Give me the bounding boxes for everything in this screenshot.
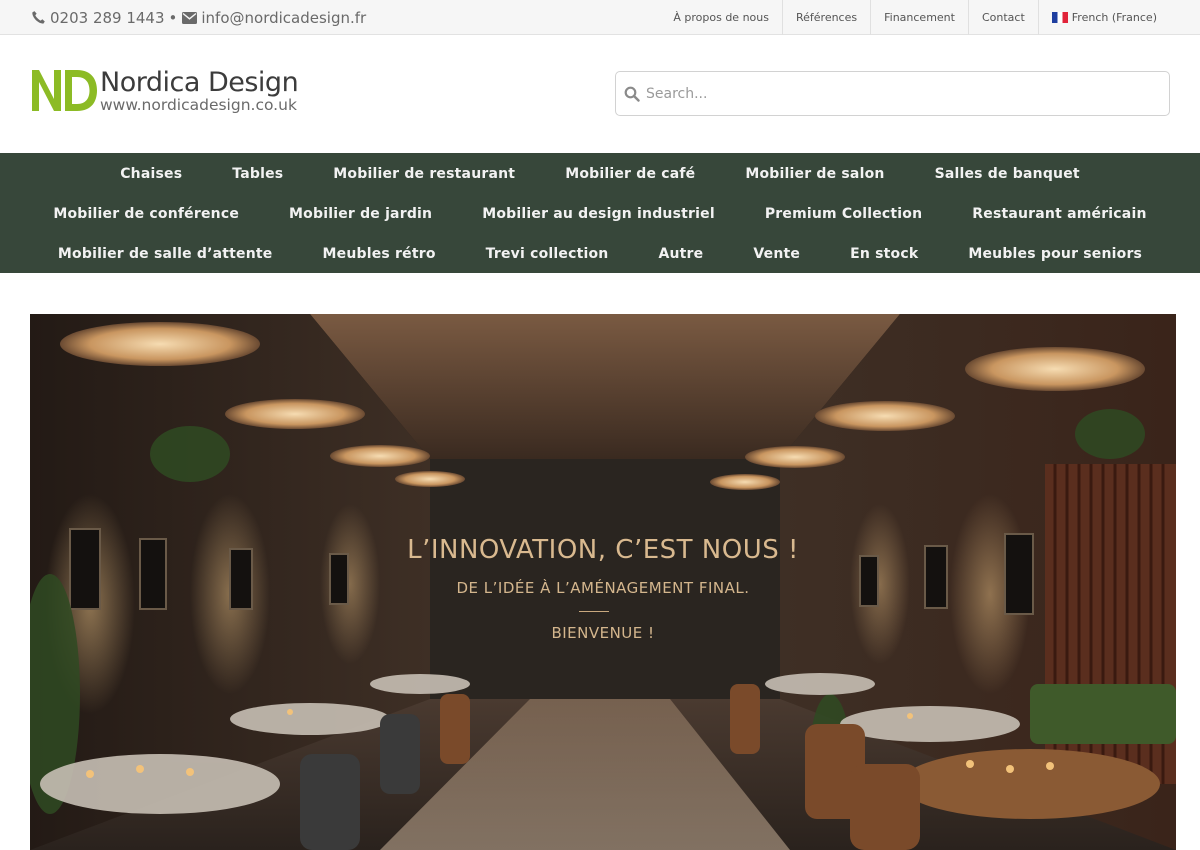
nav-row-3: Mobilier de salle d’attente Meubles rétr… xyxy=(0,234,1200,274)
nav-item-cafe[interactable]: Mobilier de café xyxy=(565,166,695,182)
language-selector[interactable]: French (France) xyxy=(1037,0,1170,35)
main-navigation: Chaises Tables Mobilier de restaurant Mo… xyxy=(0,153,1200,273)
contact-separator: • xyxy=(168,8,178,27)
top-link-contact[interactable]: Contact xyxy=(967,0,1038,35)
nav-item-premium[interactable]: Premium Collection xyxy=(765,206,922,222)
nav-item-industriel[interactable]: Mobilier au design industriel xyxy=(482,206,715,222)
site-logo[interactable]: Nordica Design www.nordicadesign.co.uk xyxy=(30,67,300,117)
nav-item-trevi[interactable]: Trevi collection xyxy=(486,246,609,262)
nd-logo-mark-icon xyxy=(32,70,97,111)
logo-url: www.nordicadesign.co.uk xyxy=(100,96,297,114)
hero-banner[interactable]: L’INNOVATION, C’EST NOUS ! DE L’IDÉE À L… xyxy=(30,314,1176,850)
nav-item-chaises[interactable]: Chaises xyxy=(120,166,182,182)
email-link[interactable]: info@nordicadesign.fr xyxy=(201,9,366,27)
search-input[interactable] xyxy=(646,72,1161,115)
nav-item-seniors[interactable]: Meubles pour seniors xyxy=(968,246,1142,262)
search-icon[interactable] xyxy=(624,86,640,102)
search-box xyxy=(615,71,1170,116)
nav-row-1: Chaises Tables Mobilier de restaurant Mo… xyxy=(0,154,1200,194)
top-links: À propos de nous Références Financement … xyxy=(660,0,1170,35)
language-label: French (France) xyxy=(1071,11,1157,24)
top-link-references[interactable]: Références xyxy=(781,0,870,35)
nav-item-stock[interactable]: En stock xyxy=(850,246,918,262)
logo-name: Nordica Design xyxy=(100,67,299,98)
nav-item-salon[interactable]: Mobilier de salon xyxy=(745,166,884,182)
nav-item-autre[interactable]: Autre xyxy=(658,246,703,262)
top-bar: 0203 289 1443 • info@nordicadesign.fr À … xyxy=(0,0,1200,35)
nav-item-conference[interactable]: Mobilier de conférence xyxy=(53,206,239,222)
nav-item-banquet[interactable]: Salles de banquet xyxy=(935,166,1080,182)
nav-item-jardin[interactable]: Mobilier de jardin xyxy=(289,206,432,222)
top-link-about[interactable]: À propos de nous xyxy=(660,0,782,35)
hero-restaurant-image xyxy=(30,314,1176,850)
envelope-icon xyxy=(181,10,197,26)
nav-row-2: Mobilier de conférence Mobilier de jardi… xyxy=(0,194,1200,234)
nav-item-restaurant[interactable]: Mobilier de restaurant xyxy=(333,166,515,182)
contact-info: 0203 289 1443 • info@nordicadesign.fr xyxy=(30,0,366,35)
nav-item-americain[interactable]: Restaurant américain xyxy=(972,206,1146,222)
phone-number[interactable]: 0203 289 1443 xyxy=(50,9,165,27)
nav-item-retro[interactable]: Meubles rétro xyxy=(323,246,436,262)
nav-item-tables[interactable]: Tables xyxy=(232,166,283,182)
phone-icon xyxy=(30,10,46,26)
french-flag-icon xyxy=(1051,12,1068,23)
top-link-financing[interactable]: Financement xyxy=(870,0,968,35)
nav-item-salle-attente[interactable]: Mobilier de salle d’attente xyxy=(58,246,273,262)
nav-item-vente[interactable]: Vente xyxy=(753,246,800,262)
